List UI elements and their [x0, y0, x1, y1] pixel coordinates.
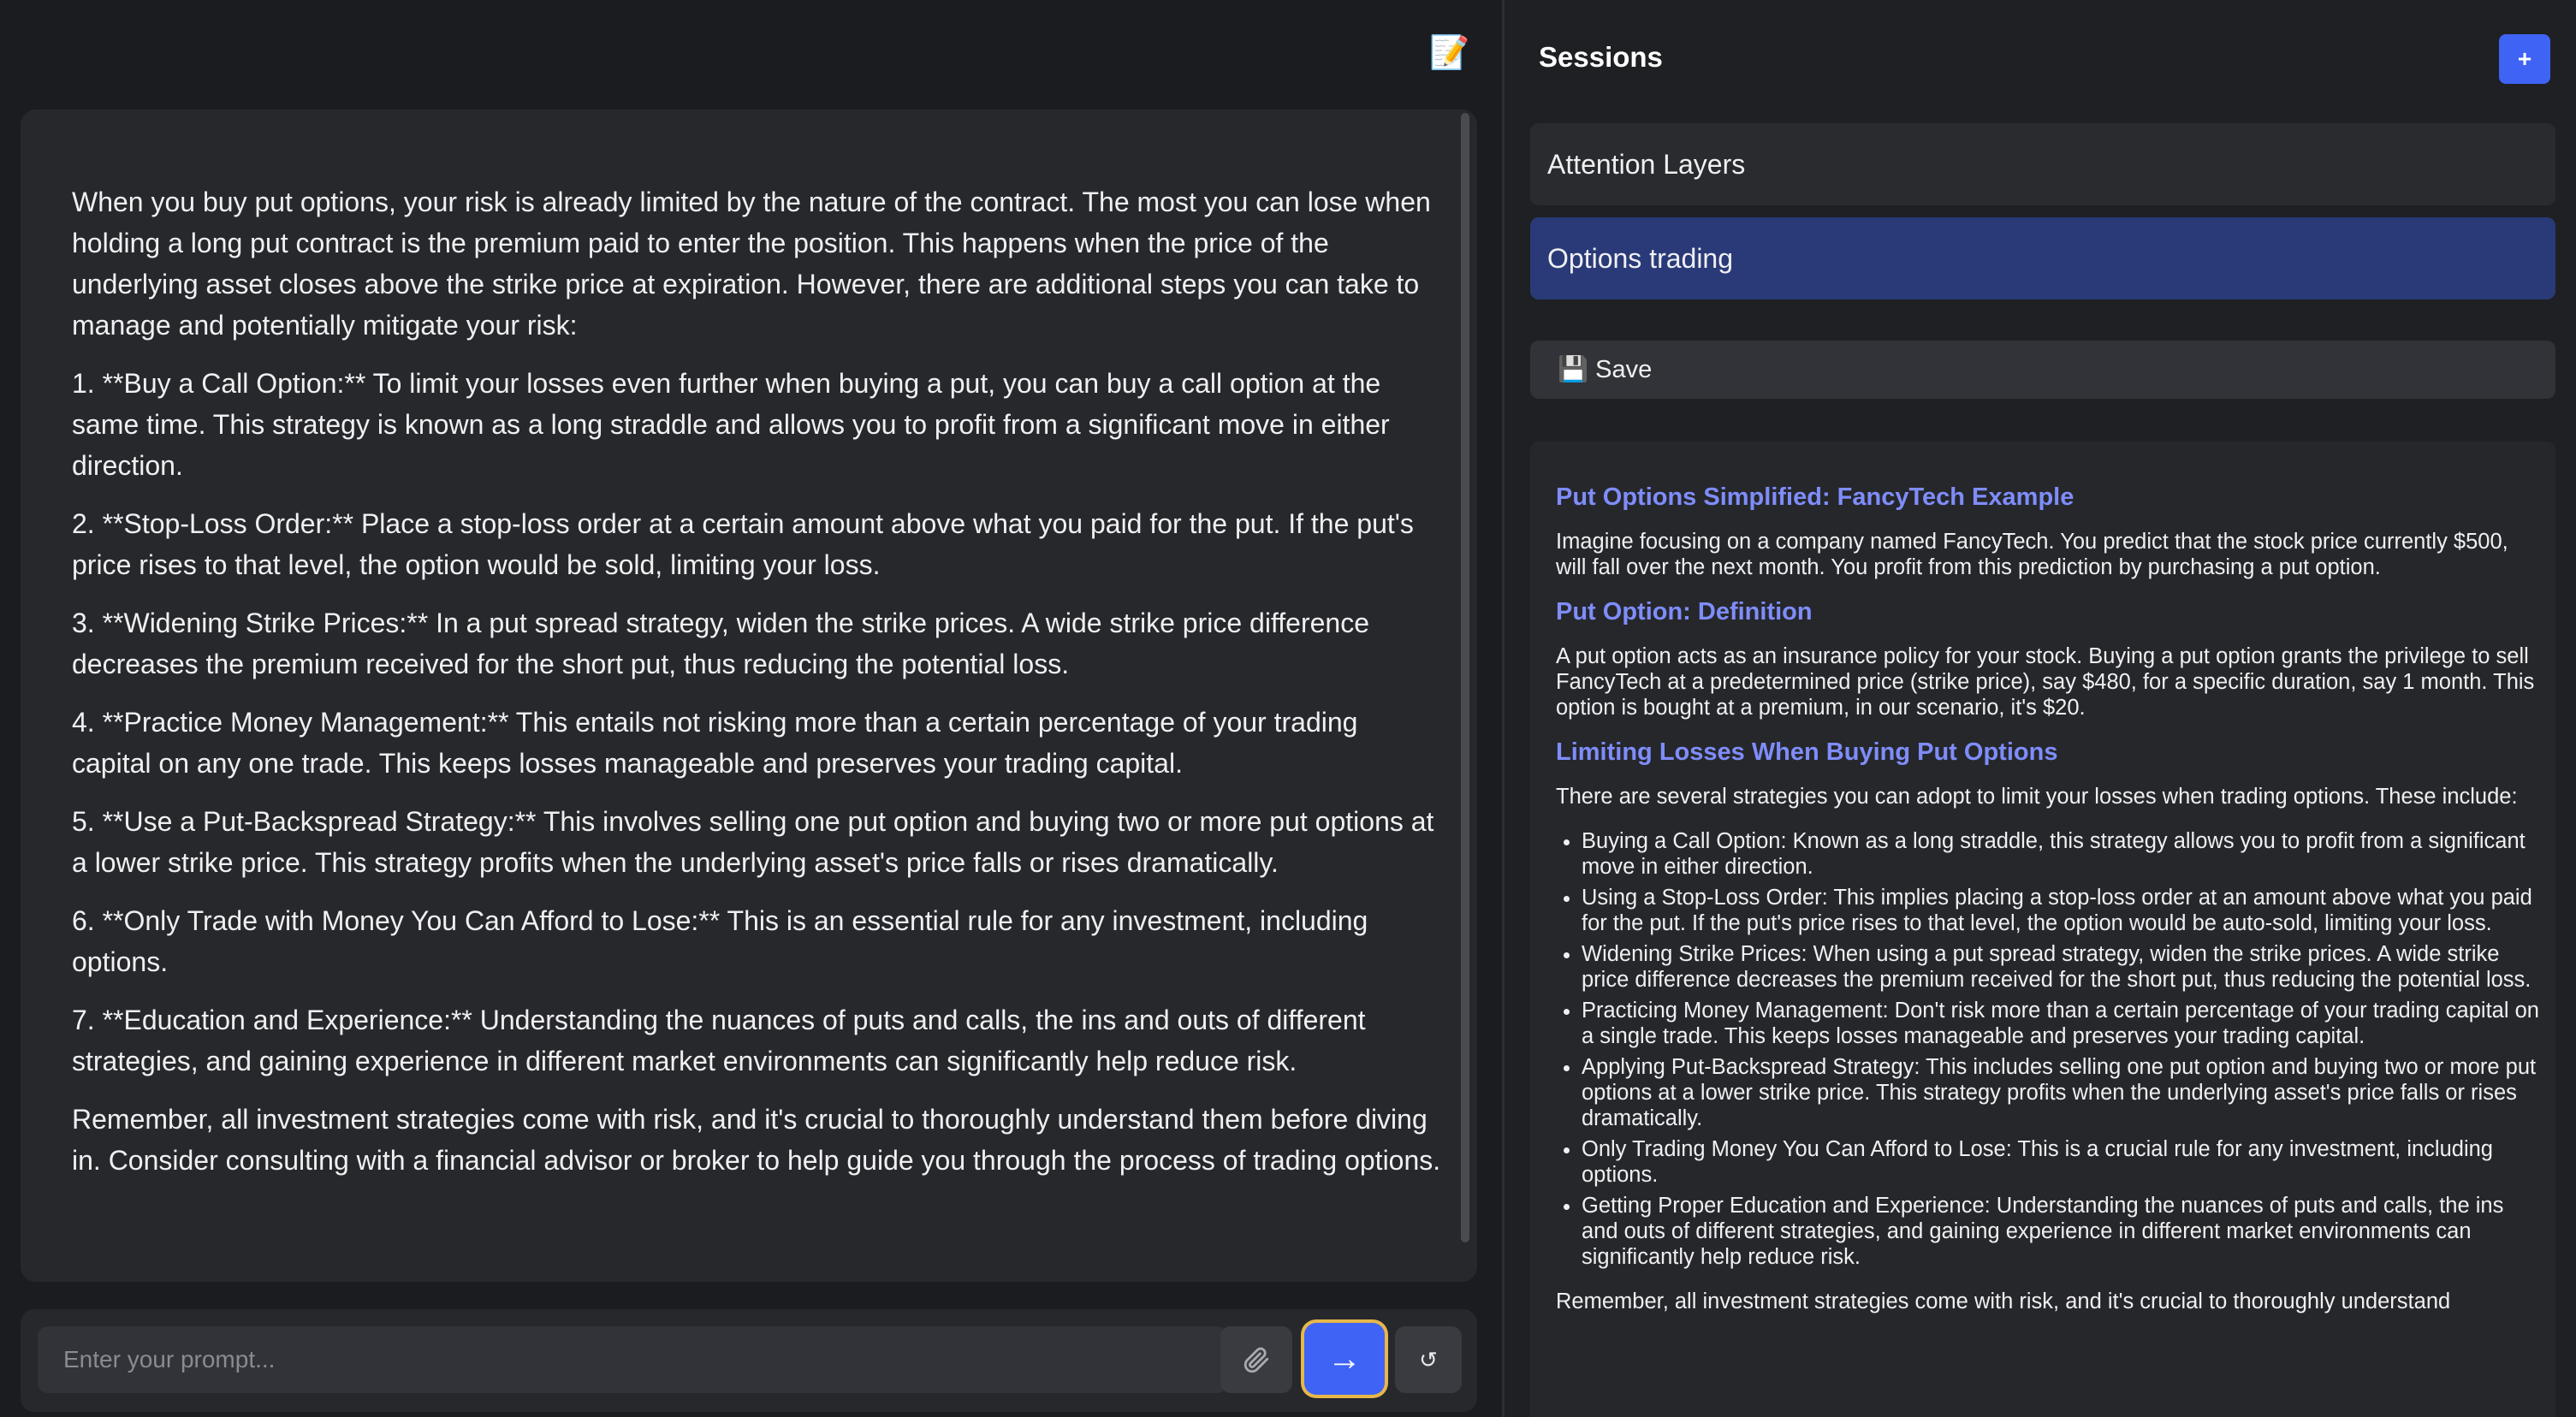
session-item-attention-layers[interactable]: Attention Layers — [1530, 123, 2555, 205]
session-item-options-trading[interactable]: Options trading — [1530, 217, 2555, 299]
list-item: Getting Proper Education and Experience:… — [1582, 1193, 2540, 1270]
sessions-title: Sessions — [1539, 41, 1663, 73]
prompt-input[interactable] — [38, 1326, 1227, 1393]
chat-scrollbar[interactable] — [1455, 110, 1477, 1282]
session-item-label: Attention Layers — [1547, 149, 1746, 180]
paperclip-icon — [1243, 1347, 1269, 1373]
notes-content: Put Options Simplified: FancyTech Exampl… — [1556, 484, 2540, 1333]
prompt-bar: → ↺ — [21, 1309, 1477, 1412]
add-session-button[interactable]: + — [2499, 34, 2550, 84]
refresh-icon: ↺ — [1419, 1346, 1438, 1373]
list-item: Applying Put-Backspread Strategy: This i… — [1582, 1054, 2540, 1131]
list-item: Buying a Call Option: Known as a long st… — [1582, 828, 2540, 880]
list-item: Widening Strike Prices: When using a put… — [1582, 941, 2540, 993]
reset-button[interactable]: ↺ — [1395, 1326, 1462, 1393]
save-button[interactable]: 💾 Save — [1530, 341, 2555, 399]
app-window: 📝 When you buy put options, your risk is… — [0, 0, 2576, 1417]
arrow-right-icon: → — [1327, 1339, 1362, 1378]
notes-paragraph: A put option acts as an insurance policy… — [1556, 644, 2535, 720]
chat-response-text: When you buy put options, your risk is a… — [72, 181, 1441, 1198]
chat-paragraph: 5. **Use a Put-Backspread Strategy:** Th… — [72, 806, 1434, 878]
notes-paragraph: There are several strategies you can ado… — [1556, 785, 2518, 809]
list-item: Practicing Money Management: Don't risk … — [1582, 998, 2540, 1049]
chat-paragraph: When you buy put options, your risk is a… — [72, 187, 1431, 341]
notes-heading: Put Option: Definition — [1556, 598, 1813, 625]
notes-heading: Put Options Simplified: FancyTech Exampl… — [1556, 483, 2074, 511]
sessions-panel: Sessions + Attention Layers Options trad… — [1505, 0, 2576, 1417]
chat-panel: 📝 When you buy put options, your risk is… — [0, 0, 1502, 1417]
session-notes: Put Options Simplified: FancyTech Exampl… — [1530, 442, 2555, 1417]
session-item-label: Options trading — [1547, 243, 1734, 274]
edit-note-icon[interactable]: 📝 — [1429, 34, 1469, 72]
notes-paragraph: Imagine focusing on a company named Fanc… — [1556, 530, 2508, 579]
chat-paragraph: 2. **Stop-Loss Order:** Place a stop-los… — [72, 508, 1414, 580]
notes-heading: Limiting Losses When Buying Put Options — [1556, 738, 2058, 766]
send-button[interactable]: → — [1304, 1323, 1385, 1395]
chat-paragraph: Remember, all investment strategies come… — [72, 1104, 1441, 1176]
list-item: Only Trading Money You Can Afford to Los… — [1582, 1136, 2540, 1188]
chat-response-box: When you buy put options, your risk is a… — [21, 110, 1477, 1282]
notes-paragraph: Remember, all investment strategies come… — [1556, 1290, 2451, 1313]
strategy-list: Buying a Call Option: Known as a long st… — [1556, 828, 2540, 1270]
chat-scrollbar-thumb[interactable] — [1461, 113, 1469, 1242]
chat-paragraph: 3. **Widening Strike Prices:** In a put … — [72, 608, 1369, 679]
chat-paragraph: 6. **Only Trade with Money You Can Affor… — [72, 905, 1368, 977]
chat-paragraph: 4. **Practice Money Management:** This e… — [72, 707, 1358, 779]
chat-paragraph: 1. **Buy a Call Option:** To limit your … — [72, 368, 1390, 481]
chat-paragraph: 7. **Education and Experience:** Underst… — [72, 1005, 1366, 1076]
list-item: Using a Stop-Loss Order: This implies pl… — [1582, 885, 2540, 936]
attach-button[interactable] — [1220, 1326, 1292, 1393]
